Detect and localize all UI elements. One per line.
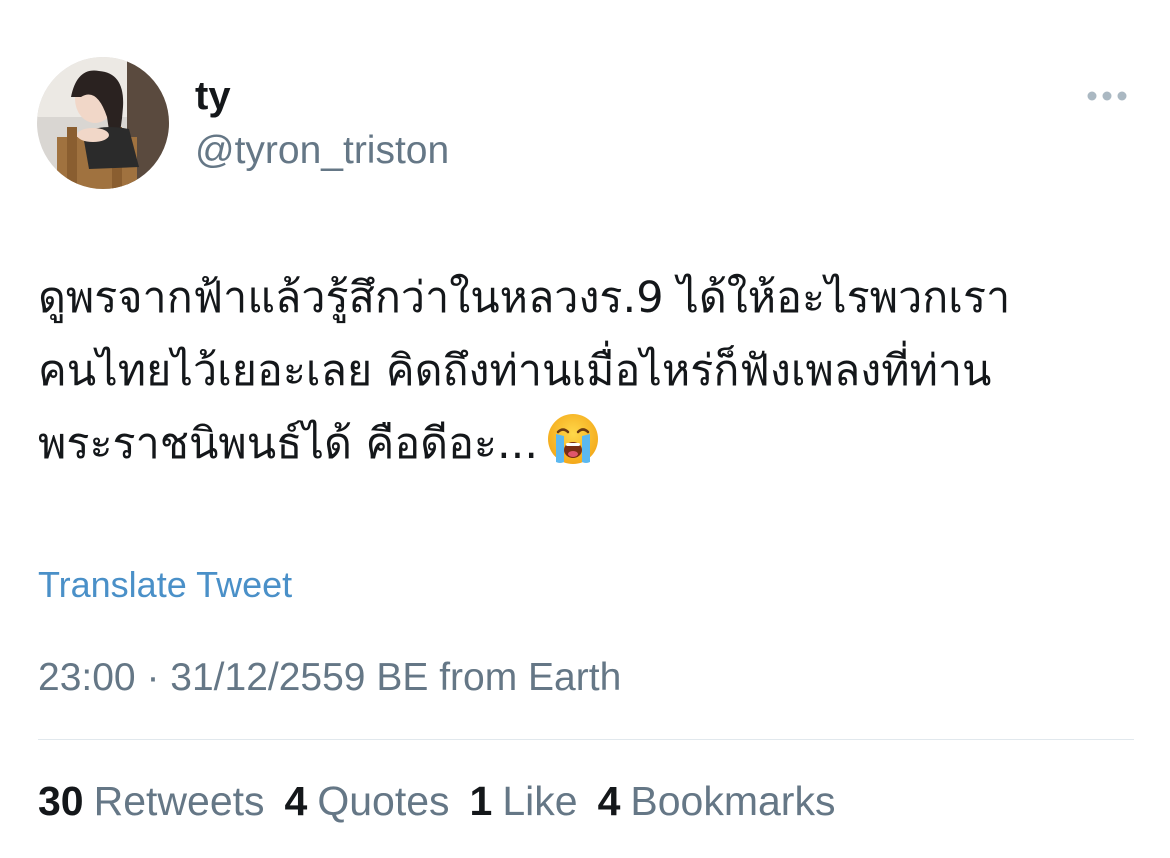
display-name[interactable]: ty <box>195 72 231 120</box>
tweet-text-line: คนไทยไว้เยอะเลย คิดถึงท่านเมื่อไหร่ก็ฟัง… <box>38 346 992 396</box>
divider <box>38 739 1134 740</box>
tweet-stats: 30 Retweets 4 Quotes 1 Like 4 Bookmarks <box>38 776 855 826</box>
quotes-label: Quotes <box>317 778 450 824</box>
translate-tweet-link[interactable]: Translate Tweet <box>38 563 292 607</box>
bookmarks-stat[interactable]: 4 Bookmarks <box>598 776 836 826</box>
tweet-card: ty @tyron_triston ดูพรจากฟ้าแล้วรู้สึกว่… <box>0 0 1170 858</box>
tweet-meta: 23:00 · 31/12/2559 BE from Earth <box>38 654 621 702</box>
tweet-date[interactable]: 31/12/2559 BE <box>170 656 428 699</box>
bookmarks-label: Bookmarks <box>630 778 836 824</box>
tweet-text-line-content: พระราชนิพนธ์ได้ คือดีอะ... <box>38 419 539 469</box>
retweets-stat[interactable]: 30 Retweets <box>38 776 265 826</box>
quotes-stat[interactable]: 4 Quotes <box>285 776 450 826</box>
more-horizontal-icon[interactable] <box>1084 84 1130 108</box>
meta-separator: · <box>146 656 160 699</box>
retweets-label: Retweets <box>93 778 265 824</box>
tweet-source[interactable]: from Earth <box>439 656 621 699</box>
likes-label: Like <box>502 778 578 824</box>
tweet-text-line: ดูพรจากฟ้าแล้วรู้สึกว่าในหลวงร.9 ได้ให้อ… <box>38 273 1011 323</box>
avatar[interactable] <box>37 57 169 189</box>
bookmarks-count: 4 <box>597 778 621 824</box>
likes-stat[interactable]: 1 Like <box>470 776 578 826</box>
tweet-text: ดูพรจากฟ้าแล้วรู้สึกว่าในหลวงร.9 ได้ให้อ… <box>38 262 1138 481</box>
loudly-crying-face-icon <box>546 412 600 466</box>
quotes-count: 4 <box>284 778 308 824</box>
tweet-text-line: พระราชนิพนธ์ได้ คือดีอะ... <box>38 408 1138 481</box>
likes-count: 1 <box>469 778 493 824</box>
tweet-time[interactable]: 23:00 <box>38 656 136 699</box>
retweets-count: 30 <box>38 778 84 824</box>
user-handle[interactable]: @tyron_triston <box>195 127 449 175</box>
